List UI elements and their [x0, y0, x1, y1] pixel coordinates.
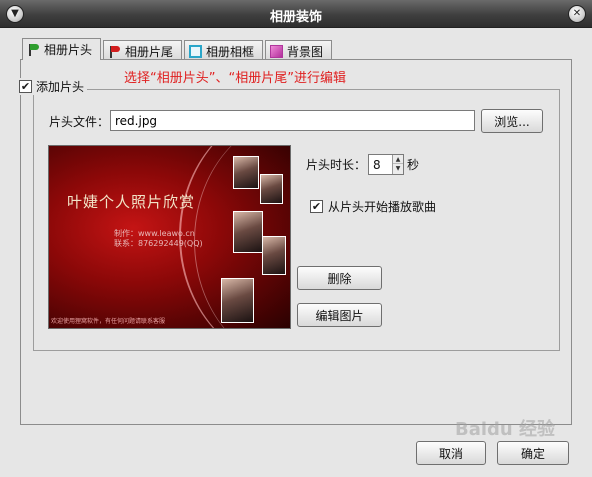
tab-album-header[interactable]: 相册片头 — [22, 38, 102, 60]
frame-icon — [189, 44, 203, 58]
preview-photo — [233, 156, 259, 189]
tab-album-frame[interactable]: 相册相框 — [184, 40, 264, 61]
green-flag-icon — [27, 43, 40, 56]
cancel-button[interactable]: 取消 — [416, 441, 486, 465]
tab-album-footer[interactable]: 相册片尾 — [103, 40, 183, 61]
play-from-header-checkbox[interactable]: ✔ — [310, 200, 323, 213]
duration-unit: 秒 — [407, 158, 420, 172]
title-bar: ▼ 相册装饰 ✕ — [0, 0, 592, 28]
tab-label: 相册片头 — [44, 43, 93, 57]
header-file-input[interactable] — [110, 110, 475, 131]
spin-arrows: ▲ ▼ — [392, 155, 403, 174]
preview-contact-line: 联系：876292449(QQ) — [114, 239, 203, 248]
duration-spinbox[interactable]: 8 ▲ ▼ — [368, 154, 404, 175]
close-icon: ✕ — [572, 8, 582, 19]
header-preview-image: 叶婕个人照片欣赏 制作：www.leawo.cn 联系：876292449(QQ… — [48, 145, 291, 329]
spin-up-icon[interactable]: ▲ — [393, 155, 403, 164]
ok-button[interactable]: 确定 — [497, 441, 569, 465]
add-header-checkbox-row[interactable]: ✔ 添加片头 — [16, 78, 88, 95]
preview-title: 叶婕个人照片欣赏 — [67, 193, 196, 211]
add-header-checkbox[interactable]: ✔ — [19, 80, 32, 93]
file-label: 片头文件： — [49, 115, 110, 129]
duration-label: 片头时长： — [306, 158, 367, 172]
edit-image-button[interactable]: 编辑图片 — [297, 303, 382, 327]
watermark: Baidu 经验 — [455, 419, 556, 440]
preview-photo — [221, 278, 254, 323]
image-icon — [270, 44, 284, 58]
close-button[interactable]: ✕ — [568, 5, 586, 23]
instruction-hint: 选择“相册片头”、“相册片尾”进行编辑 — [124, 71, 346, 86]
tab-background[interactable]: 背景图 — [265, 40, 333, 61]
tab-label: 背景图 — [287, 44, 324, 59]
window-title: 相册装饰 — [269, 10, 322, 25]
tab-label: 相册相框 — [206, 44, 255, 59]
play-from-header-option[interactable]: ✔ 从片头开始播放歌曲 — [310, 198, 436, 215]
add-header-label: 添加片头 — [36, 80, 85, 94]
tab-label: 相册片尾 — [125, 44, 174, 59]
delete-button[interactable]: 删除 — [297, 266, 382, 290]
preview-photo — [262, 236, 286, 275]
preview-footer: 欢迎使用狸窝软件，有任何问题请联系客服 — [51, 318, 166, 325]
red-flag-icon — [108, 45, 121, 58]
spin-down-icon[interactable]: ▼ — [393, 164, 403, 173]
tab-bar: 相册片头 相册片尾 相册相框 背景图 — [22, 38, 334, 61]
duration-value[interactable]: 8 — [373, 158, 381, 172]
preview-photo — [233, 211, 263, 253]
browse-button[interactable]: 浏览... — [481, 109, 543, 133]
play-from-header-label: 从片头开始播放歌曲 — [328, 200, 437, 214]
preview-photo — [260, 174, 283, 204]
